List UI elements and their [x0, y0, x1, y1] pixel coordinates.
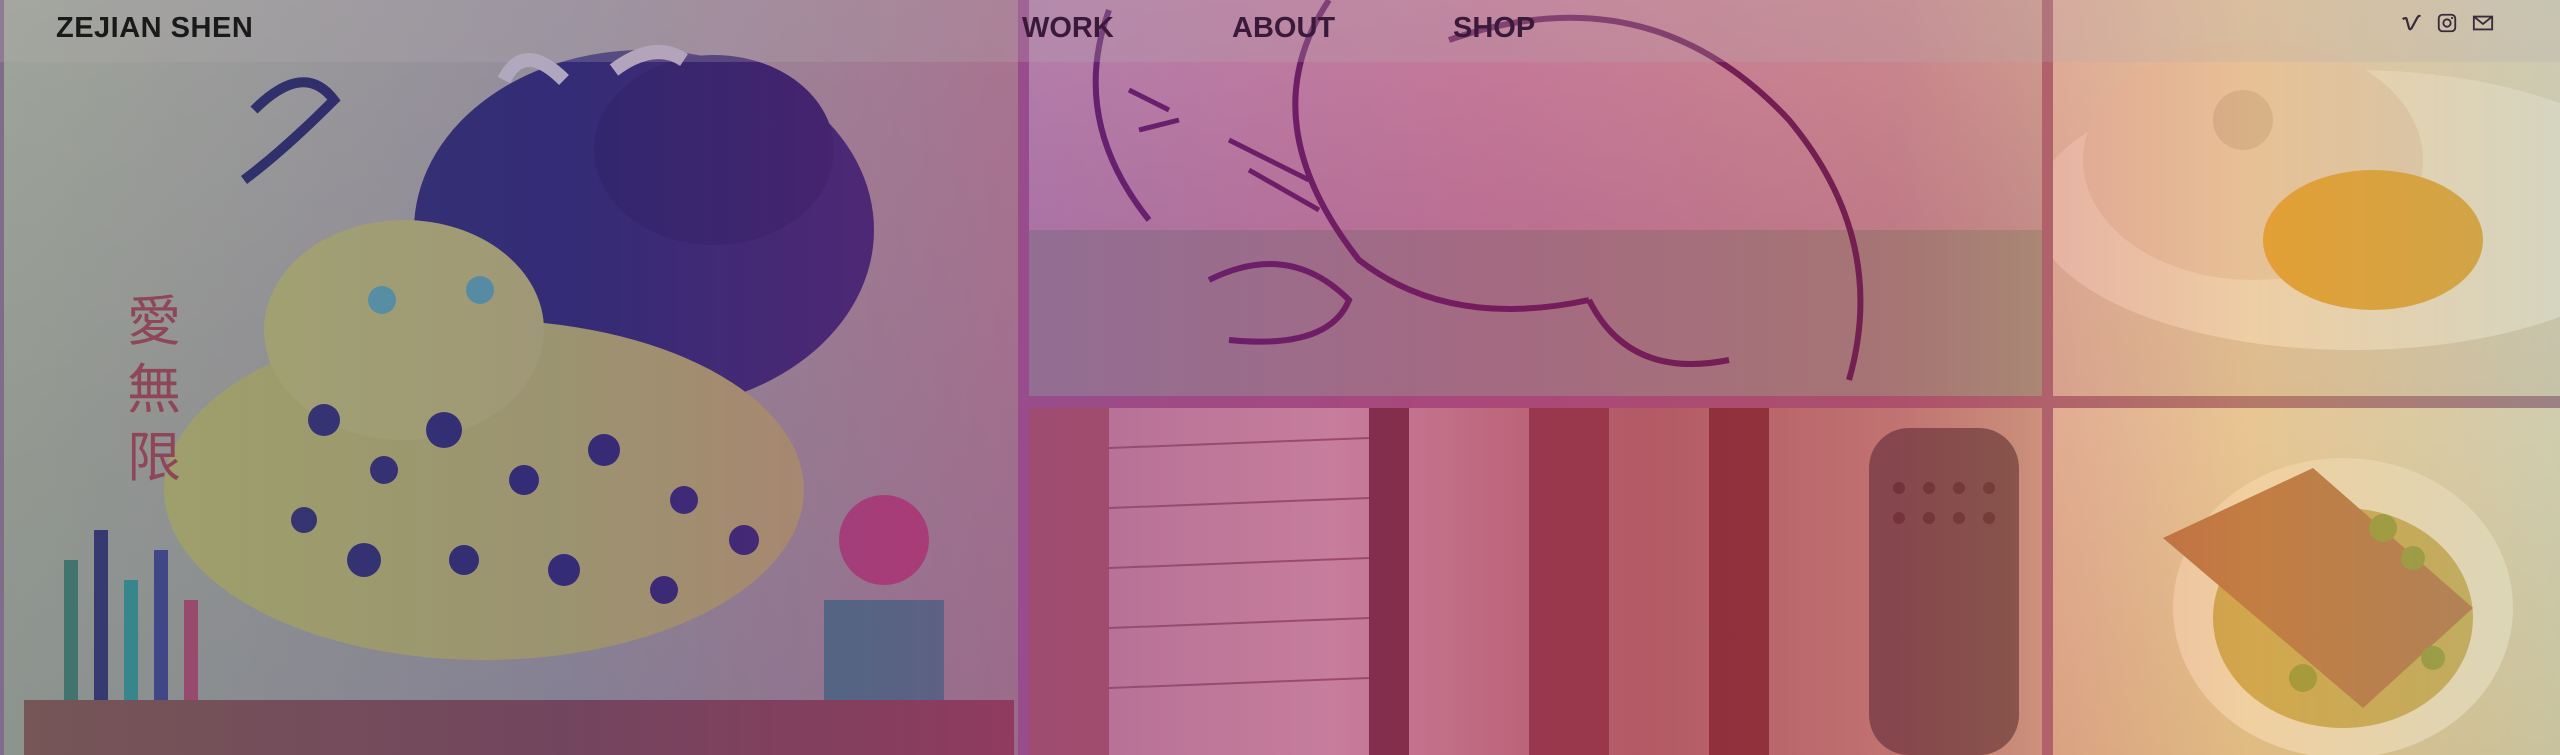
- nav-link-work[interactable]: WORK: [1022, 12, 1114, 45]
- site-header: ZEJIAN SHEN WORK ABOUT SHOP: [0, 0, 2560, 62]
- nav-link-about[interactable]: ABOUT: [1232, 12, 1335, 45]
- social-links: [2400, 12, 2494, 34]
- poster-vertical-text: 愛無限: [127, 290, 181, 489]
- portfolio-tile-salmon-dish[interactable]: [2053, 408, 2560, 755]
- nav-item-work: WORK: [1022, 12, 1114, 45]
- portfolio-tile-temple-photo[interactable]: [1029, 408, 2042, 755]
- vimeo-icon[interactable]: [2400, 12, 2422, 34]
- salmon-dish-photo: [2163, 458, 2513, 755]
- nav-item-shop: SHOP: [1453, 12, 1535, 45]
- temple-photo: [1029, 408, 2019, 755]
- portfolio-grid: 愛無限: [0, 0, 2560, 755]
- email-icon[interactable]: [2472, 12, 2494, 34]
- portfolio-tile-illustration[interactable]: 愛無限: [4, 0, 1018, 755]
- nav-link-shop[interactable]: SHOP: [1453, 12, 1535, 45]
- instagram-icon[interactable]: [2436, 12, 2458, 34]
- nav-item-about: ABOUT: [1232, 12, 1335, 45]
- site-logo[interactable]: ZEJIAN SHEN: [56, 12, 253, 45]
